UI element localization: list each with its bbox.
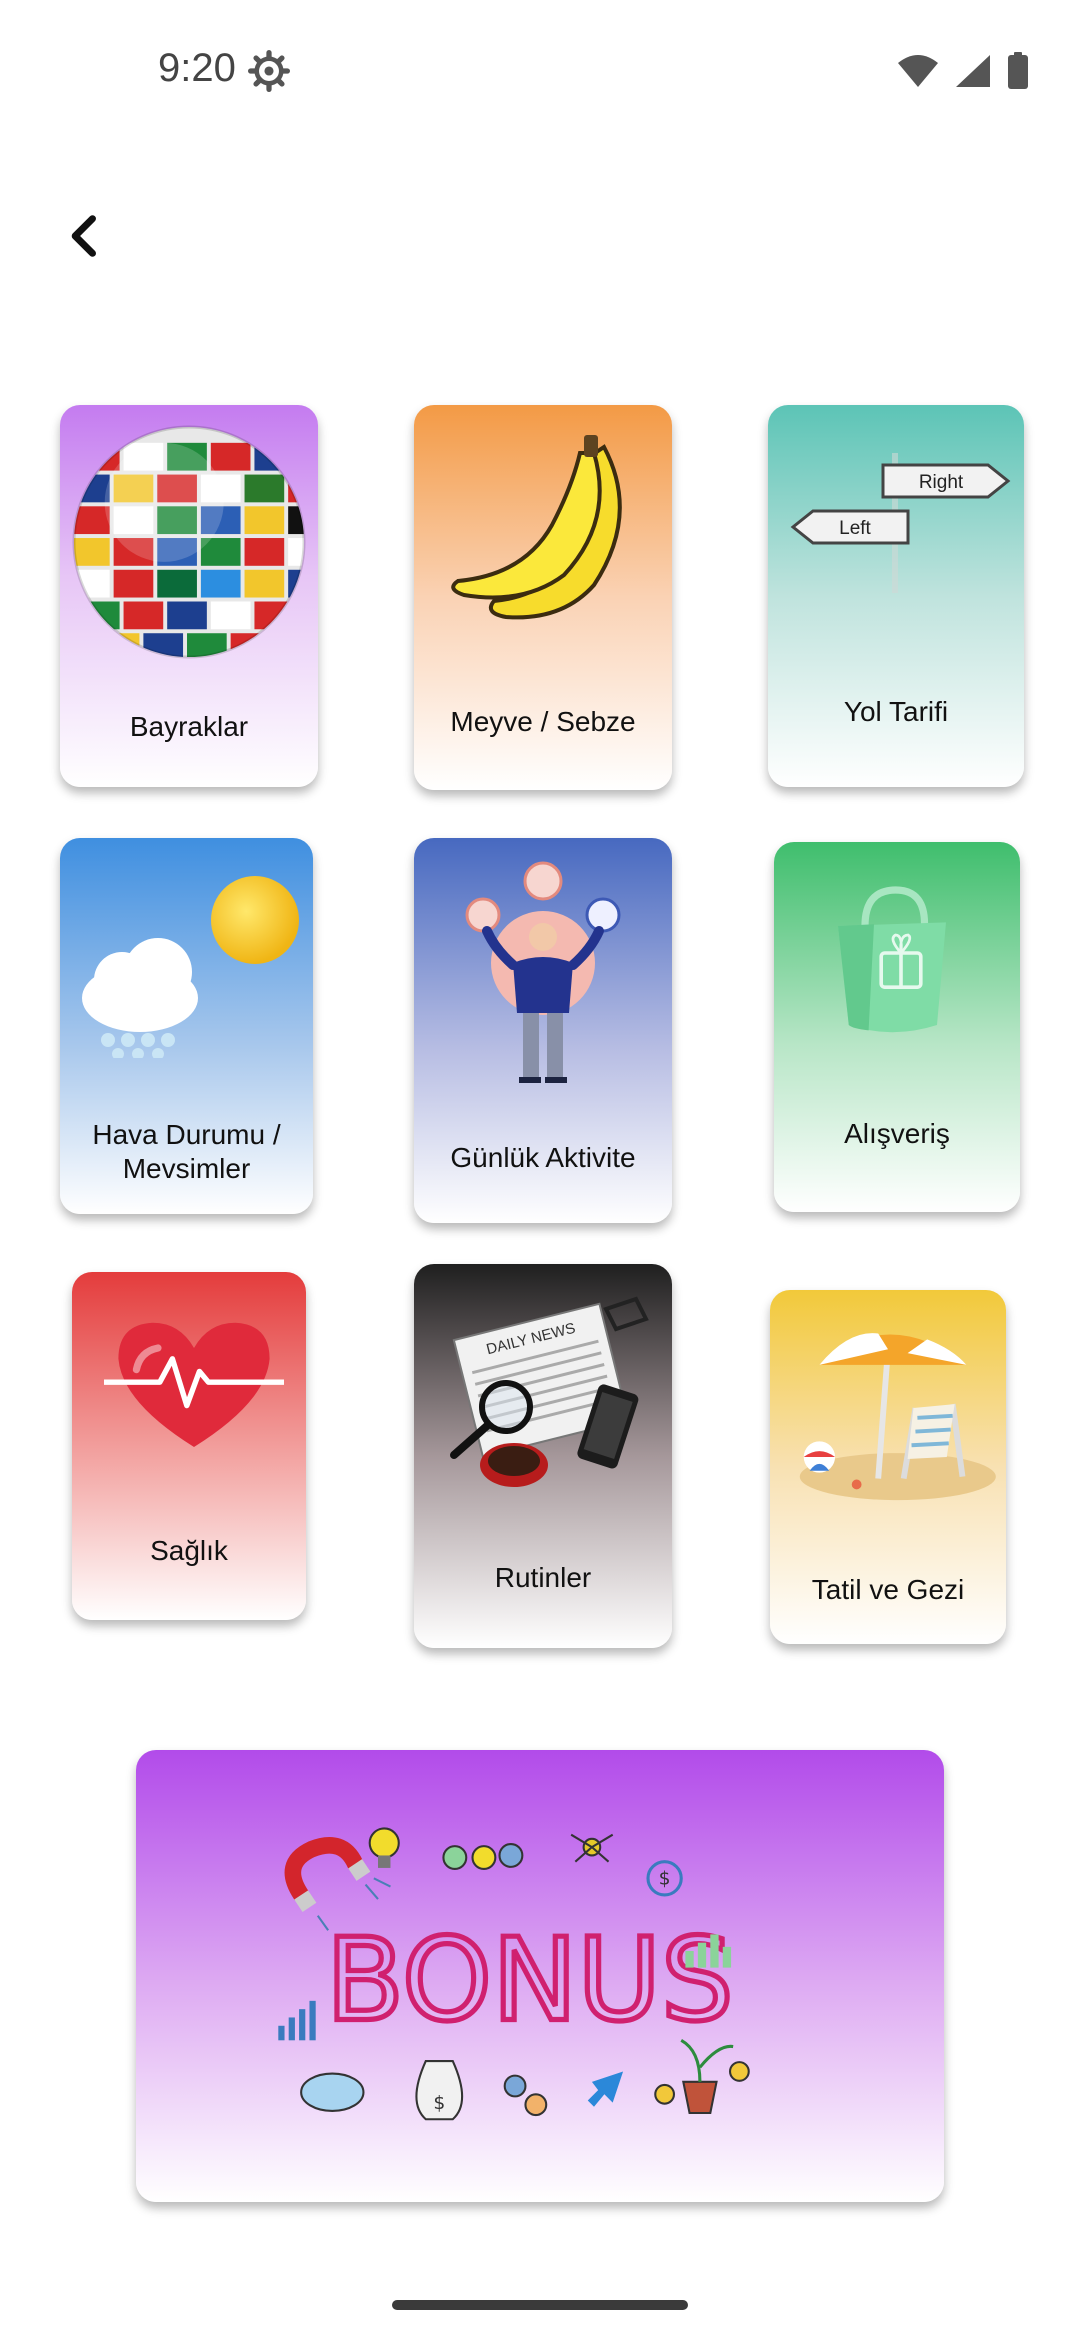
globe-flags-image <box>72 425 306 659</box>
beach-umbrella-chair-image <box>799 1333 996 1501</box>
heart-pulse-image <box>104 1322 284 1447</box>
category-card-rutinler[interactable]: DAILY NEWS Rutinler <box>414 1264 672 1648</box>
bananas-image <box>451 435 622 620</box>
category-label-line1: Hava Durumu / <box>92 1119 281 1150</box>
sign-left-text: Left <box>839 518 871 539</box>
category-label: Bayraklar <box>129 711 249 742</box>
category-label: Meyve / Sebze <box>450 706 636 737</box>
screen: 9:20 Bayraklar Meyve / Sebze Right Left … <box>0 0 1080 2340</box>
category-label: Alışveriş <box>844 1118 950 1149</box>
category-label: Tatil ve Gezi <box>811 1574 965 1605</box>
sign-right-text: Right <box>919 472 964 493</box>
home-indicator[interactable] <box>392 2300 688 2310</box>
bonus-title: BONUS <box>326 1914 734 2047</box>
category-card-yol-tarifi[interactable]: Right Left Yol Tarifi <box>768 405 1024 787</box>
category-card-bayraklar[interactable]: Bayraklar <box>60 405 318 787</box>
back-button[interactable] <box>60 210 112 262</box>
gear-icon <box>248 50 290 92</box>
battery-icon <box>1008 52 1028 89</box>
category-label-line2: Mevsimler <box>122 1153 251 1184</box>
man-juggling-clocks-image <box>465 861 621 1083</box>
signal-icon <box>956 55 990 87</box>
category-card-gunluk-aktivite[interactable]: Günlük Aktivite <box>414 838 672 1223</box>
category-label: Hava Durumu / Mevsimler <box>60 1118 313 1186</box>
category-card-hava-durumu[interactable]: Hava Durumu / Mevsimler <box>60 838 313 1214</box>
category-label: Yol Tarifi <box>843 696 949 727</box>
shopping-bag-image <box>838 886 946 1033</box>
category-label: Rutinler <box>494 1562 592 1593</box>
bonus-doodles-image: $ BONUS $ <box>278 1827 750 2121</box>
category-card-tatil-ve-gezi[interactable]: Tatil ve Gezi <box>770 1290 1006 1644</box>
svg-text:$: $ <box>433 2093 445 2114</box>
sun-and-snow-cloud-image <box>82 876 299 1058</box>
svg-text:$: $ <box>659 1869 671 1890</box>
category-card-saglik[interactable]: Sağlık <box>72 1272 306 1620</box>
category-label: Günlük Aktivite <box>450 1142 636 1173</box>
status-bar: 9:20 <box>0 0 1080 140</box>
direction-signs-image: Right Left <box>790 453 1011 593</box>
category-label: Sağlık <box>150 1535 228 1566</box>
status-time: 9:20 <box>158 46 236 90</box>
bonus-card[interactable]: $ BONUS $ <box>136 1750 944 2202</box>
category-card-meyve-sebze[interactable]: Meyve / Sebze <box>414 405 672 790</box>
category-card-alisveris[interactable]: Alışveriş <box>774 842 1020 1212</box>
newspaper-coffee-phone-image: DAILY NEWS <box>450 1296 649 1487</box>
wifi-icon <box>898 55 938 87</box>
